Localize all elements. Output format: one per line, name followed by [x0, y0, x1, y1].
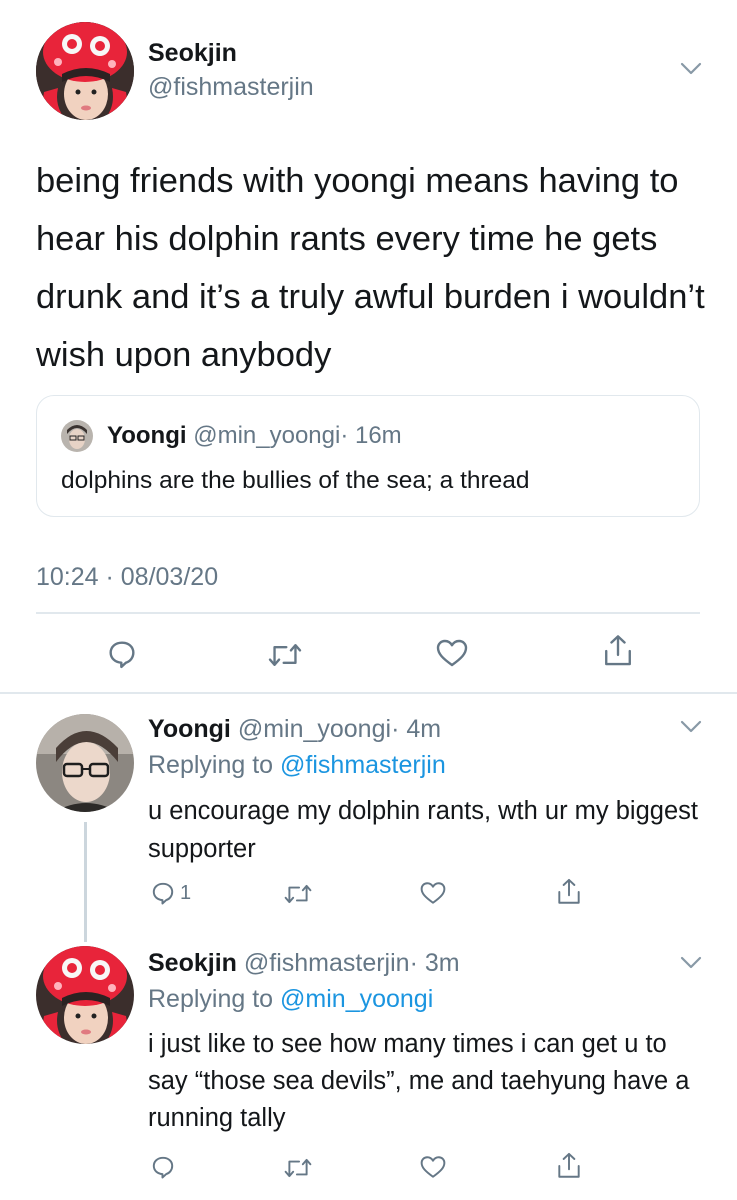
- share-icon: [558, 878, 580, 904]
- tweet-text: i just like to see how many times i can …: [148, 1030, 690, 1132]
- share-icon: [605, 635, 631, 666]
- avatar[interactable]: [36, 714, 134, 812]
- quoted-avatar: [61, 420, 93, 452]
- replying-to: Replying to @fishmasterjin: [148, 750, 446, 780]
- avatar[interactable]: [36, 946, 134, 1044]
- author-handle[interactable]: @min_yoongi: [238, 715, 391, 743]
- quoted-header: Yoongi @min_yoongi· 16m: [107, 422, 402, 450]
- like-button[interactable]: [420, 1155, 446, 1179]
- reply-button[interactable]: [106, 638, 138, 670]
- author-name[interactable]: Seokjin: [148, 949, 237, 977]
- divider: [36, 612, 700, 614]
- reply-icon: [109, 641, 135, 669]
- author-name[interactable]: Seokjin: [148, 38, 237, 68]
- tweet-menu-button[interactable]: [680, 62, 702, 81]
- reply-button[interactable]: 1: [150, 880, 191, 906]
- avatar[interactable]: [36, 22, 134, 120]
- share-button[interactable]: [556, 878, 582, 906]
- author-handle[interactable]: @fishmasterjin: [244, 949, 410, 977]
- chevron-down-icon: [680, 62, 702, 75]
- thread-line: [84, 822, 87, 942]
- retweet-icon: [284, 1158, 312, 1178]
- replying-to-label: Replying to: [148, 751, 274, 779]
- reply-button[interactable]: [150, 1154, 176, 1180]
- reply-header: Seokjin @fishmasterjin· 3m: [148, 948, 460, 978]
- avatar-image: [36, 946, 134, 1044]
- like-button[interactable]: [420, 881, 446, 905]
- retweet-button[interactable]: [268, 640, 302, 670]
- share-button[interactable]: [556, 1152, 582, 1180]
- share-button[interactable]: [602, 634, 634, 668]
- retweet-icon: [268, 644, 302, 666]
- chevron-down-icon: [680, 720, 702, 733]
- heart-icon: [420, 882, 446, 904]
- heart-icon: [420, 1156, 446, 1178]
- tweet-age: · 3m: [409, 949, 460, 977]
- author-handle[interactable]: @fishmasterjin: [148, 72, 314, 102]
- tweet-menu-button[interactable]: [680, 956, 702, 975]
- avatar-image: [61, 420, 93, 452]
- reply-header: Yoongi @min_yoongi· 4m: [148, 714, 441, 744]
- author-name[interactable]: Yoongi: [148, 715, 231, 743]
- reply-icon: [152, 882, 174, 905]
- quoted-author-name: Yoongi: [107, 422, 187, 449]
- replying-to-link[interactable]: @fishmasterjin: [280, 751, 446, 779]
- reply-icon: [152, 1156, 174, 1179]
- replying-to-label: Replying to: [148, 985, 274, 1013]
- tweet-age: · 4m: [391, 715, 442, 743]
- quoted-tweet[interactable]: Yoongi @min_yoongi· 16m dolphins are the…: [36, 395, 700, 517]
- tweet-text: u encourage my dolphin rants, wth ur my …: [148, 797, 698, 863]
- replying-to: Replying to @min_yoongi: [148, 984, 433, 1014]
- quoted-age: · 16m: [340, 422, 402, 449]
- quoted-text: dolphins are the bullies of the sea; a t…: [61, 467, 530, 494]
- retweet-icon: [284, 884, 312, 904]
- replying-to-link[interactable]: @min_yoongi: [280, 985, 433, 1013]
- chevron-down-icon: [680, 956, 702, 969]
- like-button[interactable]: [436, 638, 468, 668]
- avatar-image: [36, 714, 134, 812]
- quoted-author-handle: @min_yoongi: [193, 422, 341, 449]
- tweet-timestamp[interactable]: 10:24 · 08/03/20: [36, 562, 218, 592]
- share-icon: [558, 1152, 580, 1178]
- tweet-menu-button[interactable]: [680, 720, 702, 739]
- reply-count: 1: [180, 881, 192, 904]
- heart-icon: [436, 639, 468, 667]
- tweet-text: being friends with yoongi means having t…: [36, 162, 705, 374]
- avatar-image: [36, 22, 134, 120]
- retweet-button[interactable]: [284, 1156, 312, 1180]
- section-divider: [0, 692, 737, 694]
- retweet-button[interactable]: [284, 882, 312, 906]
